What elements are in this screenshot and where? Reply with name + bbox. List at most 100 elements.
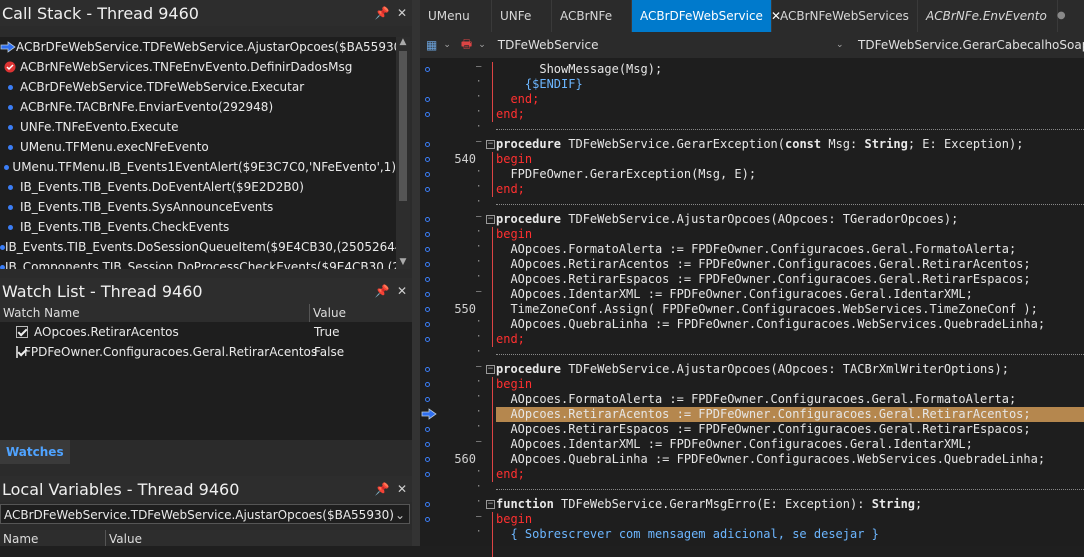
tab-acbrnfe-envevento[interactable]: ACBrNFe.EnvEvento ●: [918, 0, 1066, 32]
code-line[interactable]: end;: [496, 182, 525, 197]
code-line[interactable]: begin: [496, 377, 532, 392]
tab-umenu[interactable]: UMenu: [420, 0, 492, 32]
breakpoint-slot-icon[interactable]: [425, 262, 430, 267]
close-icon[interactable]: ✕: [392, 284, 412, 298]
close-icon[interactable]: ✕: [392, 6, 412, 20]
breakpoint-slot-icon[interactable]: [425, 247, 430, 252]
fold-collapse-icon[interactable]: −: [486, 500, 495, 509]
call-stack-frame[interactable]: ACBrNFeWebServices.TNFeEnvEvento.Definir…: [0, 57, 396, 77]
printer-icon[interactable]: 🖶: [461, 35, 472, 56]
code-line[interactable]: end;: [496, 332, 525, 347]
pin-icon[interactable]: 📌: [372, 6, 392, 20]
call-stack-frame[interactable]: ACBrDFeWebService.TDFeWebService.Executa…: [0, 77, 396, 97]
code-line[interactable]: begin: [496, 512, 532, 527]
class-selector[interactable]: TDFeWebService: [498, 38, 599, 52]
code-line[interactable]: AOpcoes.QuebraLinha := FPDFeOwner.Config…: [496, 452, 1045, 467]
breakpoint-slot-icon[interactable]: [425, 187, 430, 192]
chevron-down-icon[interactable]: ⌄: [836, 40, 844, 50]
breakpoint-slot-icon[interactable]: [425, 307, 430, 312]
code-line[interactable]: FPDFeOwner.GerarException(Msg, E);: [496, 167, 756, 182]
scroll-thumb[interactable]: [399, 51, 407, 201]
checkbox-checked[interactable]: [16, 346, 18, 358]
tab-acbrnfewebservices[interactable]: ACBrNFeWebServices: [772, 0, 918, 32]
breakpoint-slot-icon[interactable]: [425, 232, 430, 237]
pin-icon[interactable]: 📌: [372, 482, 392, 496]
checkbox-checked[interactable]: [16, 326, 28, 338]
breakpoint-slot-icon[interactable]: [425, 322, 430, 327]
pin-icon[interactable]: 📌: [372, 284, 392, 298]
breakpoint-slot-icon[interactable]: [425, 142, 430, 147]
code-line[interactable]: ShowMessage(Msg);: [496, 62, 662, 77]
modified-dot-icon[interactable]: ●: [1057, 5, 1066, 27]
call-stack-list[interactable]: ACBrDFeWebService.TDFeWebService.Ajustar…: [0, 37, 396, 269]
editor-gutter[interactable]: 540 550 560– · · · · – · · · – · · · · – · · · – · · · · – · · · – ·: [420, 58, 484, 546]
watch-row[interactable]: FPDFeOwner.Configuracoes.Geral.RetirarAc…: [0, 342, 412, 362]
local-name-column-header[interactable]: Name: [0, 530, 106, 546]
code-line[interactable]: function TDFeWebService.GerarMsgErro(E: …: [496, 497, 922, 512]
breakpoint-slot-icon[interactable]: [425, 157, 430, 162]
call-stack-frame[interactable]: IB_Events.TIB_Events.DoSessionQueueItem(…: [0, 237, 396, 257]
call-stack-frame[interactable]: ACBrDFeWebService.TDFeWebService.Ajustar…: [0, 37, 396, 57]
breakpoint-slot-icon[interactable]: [425, 292, 430, 297]
watch-row[interactable]: AOpcoes.RetirarAcentos True: [0, 322, 412, 342]
scroll-down-icon[interactable]: ▼: [396, 257, 410, 267]
breakpoint-slot-icon[interactable]: [425, 67, 430, 72]
tab-acbrnfe[interactable]: ACBrNFe: [552, 0, 632, 32]
breakpoint-slot-icon[interactable]: [425, 472, 430, 477]
code-line[interactable]: begin: [496, 227, 532, 242]
code-line[interactable]: begin: [496, 152, 532, 167]
call-stack-frame[interactable]: IB_Components.TIB_Session.DoProcessCheck…: [0, 257, 396, 269]
watch-value-column-header[interactable]: Value: [310, 304, 412, 322]
code-line[interactable]: AOpcoes.RetirarEspacos := FPDFeOwner.Con…: [496, 422, 1030, 437]
tab-watches[interactable]: Watches: [0, 440, 70, 464]
close-icon[interactable]: ✕: [392, 482, 412, 496]
breakpoint-slot-icon[interactable]: [425, 112, 430, 117]
code-line[interactable]: AOpcoes.IdentarXML := FPDFeOwner.Configu…: [496, 437, 972, 452]
code-line[interactable]: AOpcoes.FormatoAlerta := FPDFeOwner.Conf…: [496, 242, 1016, 257]
code-line[interactable]: {$ENDIF}: [496, 77, 583, 92]
code-line[interactable]: AOpcoes.RetirarAcentos := FPDFeOwner.Con…: [496, 257, 1030, 272]
code-line[interactable]: end;: [496, 92, 539, 107]
code-line[interactable]: procedure TDFeWebService.AjustarOpcoes(A…: [496, 362, 1009, 377]
call-stack-scrollbar[interactable]: ▲ ▼: [396, 37, 410, 269]
call-stack-frame[interactable]: UNFe.TNFeEvento.Execute: [0, 117, 396, 137]
breakpoint-slot-icon[interactable]: [425, 277, 430, 282]
code-line[interactable]: AOpcoes.FormatoAlerta := FPDFeOwner.Conf…: [496, 392, 1016, 407]
breakpoint-slot-icon[interactable]: [425, 217, 430, 222]
code-line[interactable]: AOpcoes.IdentarXML := FPDFeOwner.Configu…: [496, 287, 972, 302]
call-stack-frame[interactable]: IB_Events.TIB_Events.SysAnnounceEvents: [0, 197, 396, 217]
call-stack-frame[interactable]: ACBrNFe.TACBrNFe.EnviarEvento(292948): [0, 97, 396, 117]
call-stack-frame[interactable]: UMenu.TFMenu.execNFeEvento: [0, 137, 396, 157]
fold-collapse-icon[interactable]: −: [486, 215, 495, 224]
method-selector[interactable]: TDFeWebService.GerarCabecalhoSoap: [858, 38, 1084, 52]
breakpoint-slot-icon[interactable]: [425, 427, 430, 432]
fold-collapse-icon[interactable]: −: [486, 140, 495, 149]
tab-acbrdfewebservice[interactable]: ACBrDFeWebService ✕: [632, 0, 781, 32]
breakpoint-slot-icon[interactable]: [425, 337, 430, 342]
panel-splitter[interactable]: [412, 0, 420, 546]
call-stack-frame[interactable]: IB_Events.TIB_Events.DoEventAlert($9E2D2…: [0, 177, 396, 197]
structure-icon[interactable]: ▦: [426, 38, 437, 52]
code-line[interactable]: procedure TDFeWebService.AjustarOpcoes(A…: [496, 212, 958, 227]
breakpoint-slot-icon[interactable]: [425, 397, 430, 402]
chevron-down-icon[interactable]: ⌄: [443, 40, 451, 50]
local-value-column-header[interactable]: Value: [106, 530, 412, 546]
code-line[interactable]: end;: [496, 107, 525, 122]
call-stack-frame[interactable]: IB_Events.TIB_Events.CheckEvents: [0, 217, 396, 237]
code-line[interactable]: AOpcoes.QuebraLinha := FPDFeOwner.Config…: [496, 317, 1045, 332]
chevron-down-icon[interactable]: ⌄: [395, 505, 405, 525]
watch-name-column-header[interactable]: Watch Name: [0, 304, 310, 322]
breakpoint-slot-icon[interactable]: [425, 367, 430, 372]
call-stack-frame[interactable]: UMenu.TFMenu.IB_Events1EventAlert($9E3C7…: [0, 157, 396, 177]
breakpoint-slot-icon[interactable]: [425, 502, 430, 507]
code-line[interactable]: end;: [496, 467, 525, 482]
code-line[interactable]: TimeZoneConf.Assign( FPDFeOwner.Configur…: [496, 302, 1037, 317]
code-line[interactable]: AOpcoes.RetirarAcentos := FPDFeOwner.Con…: [496, 407, 1030, 422]
chevron-down-icon[interactable]: ⌄: [478, 40, 486, 50]
stack-frame-select[interactable]: ACBrDFeWebService.TDFeWebService.Ajustar…: [0, 504, 410, 524]
breakpoint-slot-icon[interactable]: [425, 382, 430, 387]
breakpoint-slot-icon[interactable]: [425, 517, 430, 522]
breakpoint-slot-icon[interactable]: [425, 457, 430, 462]
breakpoint-slot-icon[interactable]: [425, 442, 430, 447]
breakpoint-slot-icon[interactable]: [425, 172, 430, 177]
